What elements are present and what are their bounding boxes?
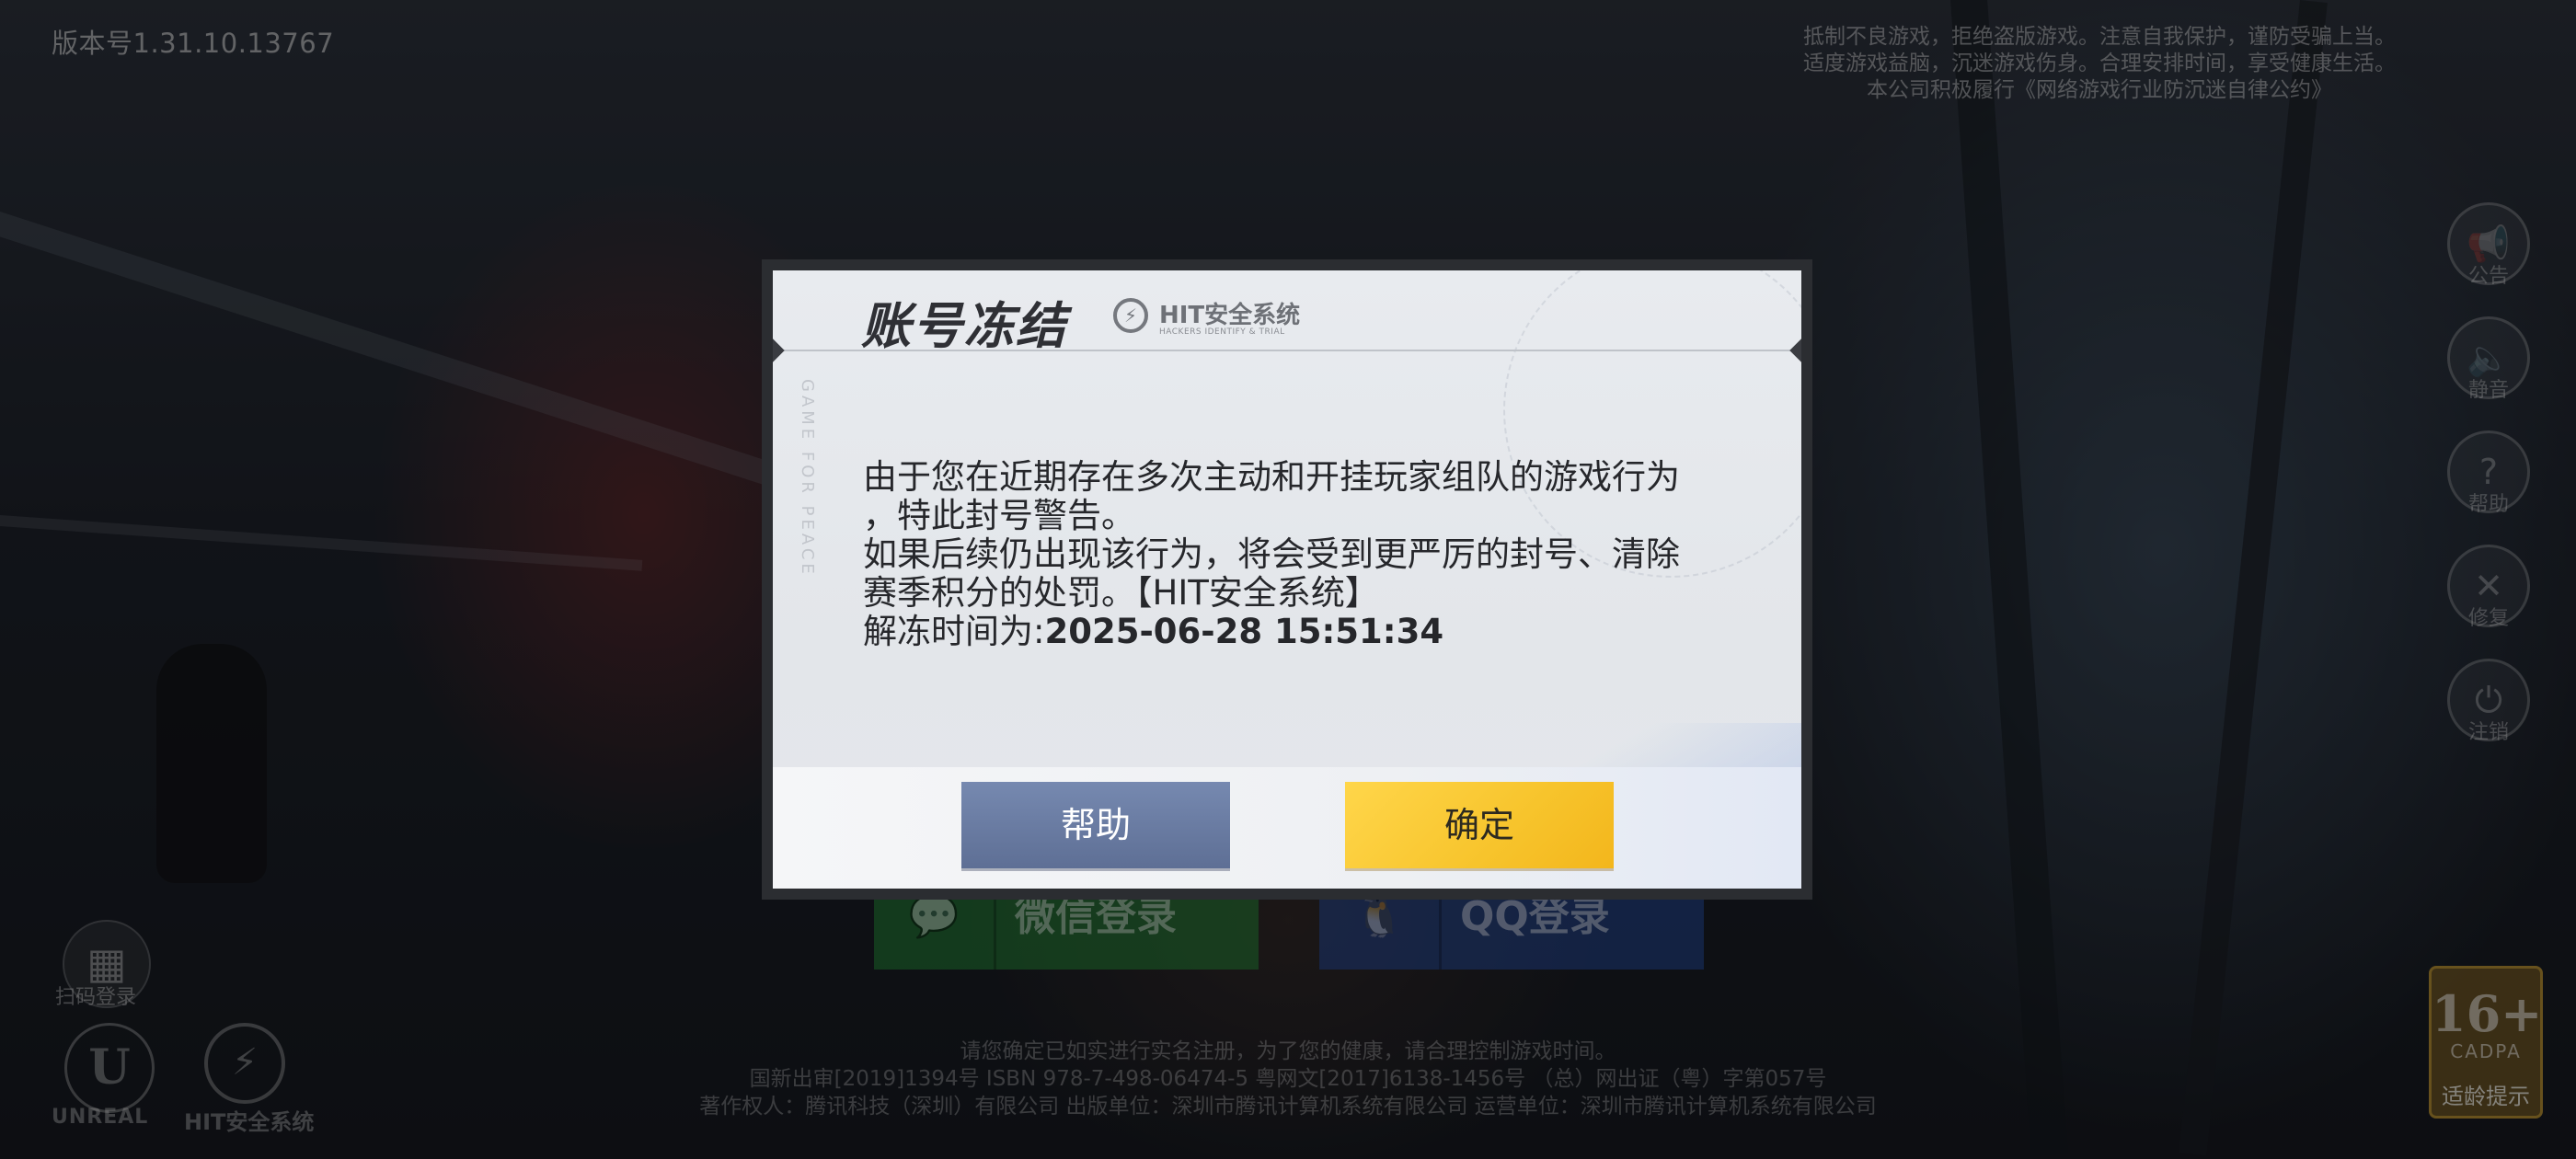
message-line: 如果后续仍出现该行为，将会受到更严厉的封号、清除 (863, 534, 1680, 574)
unfreeze-time-line: 解冻时间为:2025-06-28 15:51:34 (863, 613, 1728, 651)
dialog-title: 账号冻结 (861, 297, 1067, 355)
account-frozen-dialog: GAME FOR PEACE 账号冻结 ⚡ HIT安全系统 HACKERS ID… (773, 270, 1801, 889)
message-line: 赛季积分的处罚。【HIT安全系统】 (863, 573, 1379, 613)
dialog-message: 由于您在近期存在多次主动和开挂玩家组队的游戏行为 ，特此封号警告。 如果后续仍出… (863, 458, 1728, 651)
confirm-button[interactable]: 确定 (1345, 782, 1614, 868)
help-button[interactable]: 帮助 (961, 782, 1230, 868)
unfreeze-label: 解冻时间为: (863, 612, 1045, 651)
dialog-footer (773, 767, 1801, 889)
message-line: ，特此封号警告。 (863, 496, 1135, 535)
dialog-header: 账号冻结 ⚡ HIT安全系统 HACKERS IDENTIFY & TRIAL (773, 270, 1801, 355)
lightning-shield-icon: ⚡ (1113, 298, 1148, 333)
hit-badge-subtext: HACKERS IDENTIFY & TRIAL (1159, 327, 1285, 337)
hit-badge-text: HIT安全系统 (1159, 302, 1301, 329)
message-line: 由于您在近期存在多次主动和开挂玩家组队的游戏行为 (863, 457, 1680, 497)
dialog-vertical-text: GAME FOR PEACE (798, 379, 817, 578)
unfreeze-time: 2025-06-28 15:51:34 (1044, 612, 1444, 651)
header-divider (773, 350, 1801, 351)
